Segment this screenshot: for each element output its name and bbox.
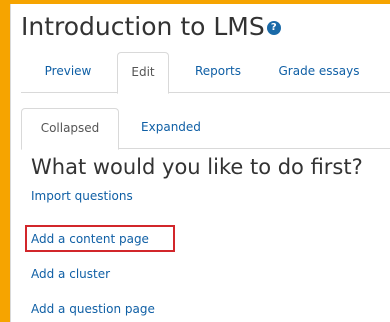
page-title-text: Introduction to LMS (21, 12, 265, 41)
section-heading: What would you like to do first? (31, 155, 363, 179)
tab-expanded[interactable]: Expanded (131, 108, 211, 147)
secondary-tabs: Collapsed Expanded (21, 108, 390, 150)
content-panel: Introduction to LMS? Preview Edit Report… (10, 4, 390, 322)
primary-tabs: Preview Edit Reports Grade essays (21, 52, 390, 94)
tab-reports[interactable]: Reports (183, 52, 253, 91)
add-content-page-link[interactable]: Add a content page (31, 230, 149, 248)
tab-preview[interactable]: Preview (33, 52, 103, 91)
add-cluster-link[interactable]: Add a cluster (31, 265, 110, 283)
page-title: Introduction to LMS? (21, 12, 281, 42)
import-questions-link[interactable]: Import questions (31, 187, 133, 205)
question-circle-icon[interactable]: ? (266, 21, 281, 35)
tab-edit[interactable]: Edit (117, 52, 169, 94)
tab-grade-essays[interactable]: Grade essays (269, 52, 369, 91)
tab-collapsed[interactable]: Collapsed (21, 108, 119, 150)
add-question-page-link[interactable]: Add a question page (31, 300, 155, 318)
